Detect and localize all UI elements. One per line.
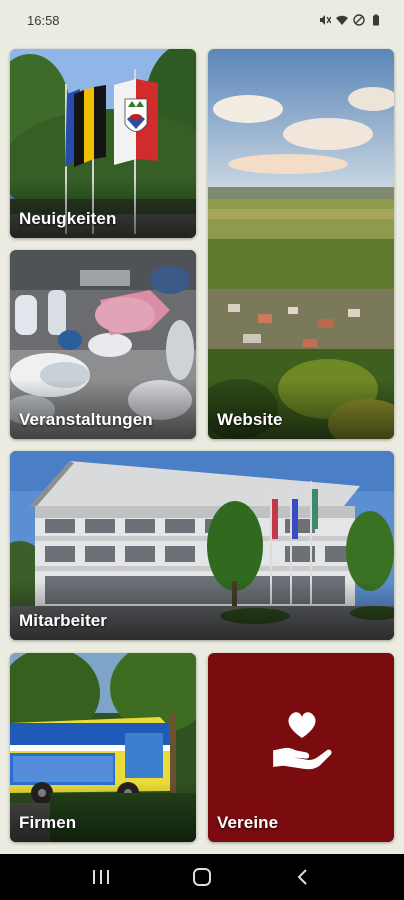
tile-staff-label: Mitarbeiter [19, 611, 108, 630]
tile-news[interactable]: Neuigkeiten [10, 49, 196, 238]
back-icon [297, 869, 308, 885]
dnd-icon [353, 14, 365, 26]
status-icons [319, 14, 382, 26]
recents-button[interactable] [81, 857, 121, 897]
heart-hand-icon [273, 712, 332, 770]
recents-icon [92, 870, 109, 884]
tile-firms[interactable]: Firmen [10, 653, 196, 842]
tile-events-label: Veranstaltungen [19, 410, 153, 429]
tile-clubs-label: Vereine [217, 813, 279, 832]
wifi-icon [336, 15, 348, 25]
home-icon [192, 868, 211, 886]
status-time: 16:58 [27, 12, 60, 28]
battery-icon [373, 14, 379, 26]
tile-website-label: Website [217, 410, 283, 429]
back-button[interactable] [283, 857, 323, 897]
tile-news-label: Neuigkeiten [19, 209, 117, 228]
home-button[interactable] [182, 857, 222, 897]
mute-icon [320, 15, 331, 25]
tile-website[interactable]: Website [208, 49, 394, 439]
status-bar: 16:58 [0, 0, 404, 40]
tile-staff[interactable]: Mitarbeiter [10, 451, 394, 640]
tile-clubs[interactable]: Vereine [208, 653, 394, 842]
tile-firms-label: Firmen [19, 813, 77, 832]
tile-events[interactable]: Veranstaltungen [10, 250, 196, 439]
navigation-bar [0, 854, 404, 900]
